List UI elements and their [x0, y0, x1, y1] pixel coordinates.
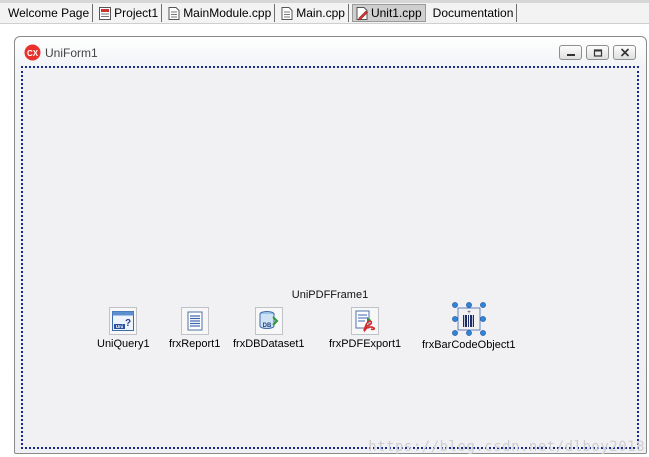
component-label: frxPDFExport1: [329, 338, 402, 350]
tab-documentation[interactable]: Documentation: [429, 4, 518, 22]
tab-label: Documentation: [432, 6, 514, 20]
form-title: UniForm1: [45, 46, 98, 60]
tab-project1[interactable]: Project1: [96, 4, 163, 22]
svg-text:Uni: Uni: [116, 324, 123, 329]
component-frxpdfexport1[interactable]: frxPDFExport1: [329, 307, 401, 350]
tab-welcome-page[interactable]: Welcome Page: [4, 4, 94, 22]
component-label: frxDBDataset1: [233, 338, 305, 350]
tab-main-cpp[interactable]: Main.cpp: [278, 4, 349, 22]
svg-text:DB: DB: [262, 323, 271, 329]
tab-label: Main.cpp: [296, 6, 345, 20]
svg-text:CX: CX: [27, 49, 39, 58]
minimize-button[interactable]: [559, 45, 582, 60]
component-frxbarcodeobject1[interactable]: + frxBarCodeObject1: [422, 302, 516, 351]
maximize-icon: [593, 46, 603, 60]
svg-text:+: +: [467, 310, 471, 316]
cpp-file-icon: [167, 6, 181, 21]
barcode-object-icon: +: [451, 302, 486, 336]
form-client-area[interactable]: UniPDFFrame1 Uni? UniQuery1 frxReport1 D…: [21, 66, 639, 449]
component-label: frxReport1: [169, 338, 221, 350]
tab-label: Project1: [114, 6, 159, 20]
component-label: frxBarCodeObject1: [422, 339, 516, 351]
watermark-text: https://blog.csdn.net/dlboy2018: [368, 439, 645, 455]
report-icon: [180, 307, 209, 335]
pdf-frame-label: UniPDFFrame1: [291, 289, 369, 301]
component-uniquery1[interactable]: Uni? UniQuery1: [97, 307, 150, 350]
component-label: UniQuery1: [97, 338, 150, 350]
db-dataset-icon: DB: [254, 307, 283, 335]
edit-file-icon: [355, 6, 369, 21]
minimize-icon: [566, 46, 576, 60]
tab-label: Unit1.cpp: [370, 6, 422, 20]
close-button[interactable]: [613, 45, 636, 60]
project-icon: [98, 6, 112, 21]
tab-unit1-cpp[interactable]: Unit1.cpp: [351, 4, 426, 22]
form-title-bar[interactable]: CX UniForm1: [15, 37, 646, 65]
form-designer-window[interactable]: CX UniForm1 UniPDFFrame1 Uni? UniQuery1: [14, 36, 647, 454]
maximize-button[interactable]: [586, 45, 609, 60]
editor-tab-bar: Welcome Page Project1 MainModule.cpp Mai…: [0, 0, 649, 24]
query-icon: Uni?: [109, 307, 138, 335]
close-icon: [620, 46, 630, 60]
svg-text:?: ?: [125, 318, 131, 329]
cx-logo-icon: CX: [24, 44, 41, 61]
tab-label: Welcome Page: [8, 6, 90, 20]
cpp-file-icon: [280, 6, 294, 21]
component-frxdbdataset1[interactable]: DB frxDBDataset1: [233, 307, 305, 350]
tab-mainmodule-cpp[interactable]: MainModule.cpp: [165, 4, 276, 22]
component-frxreport1[interactable]: frxReport1: [169, 307, 220, 350]
tab-label: MainModule.cpp: [183, 6, 272, 20]
window-controls: [559, 45, 636, 60]
pdf-export-icon: [351, 307, 380, 335]
